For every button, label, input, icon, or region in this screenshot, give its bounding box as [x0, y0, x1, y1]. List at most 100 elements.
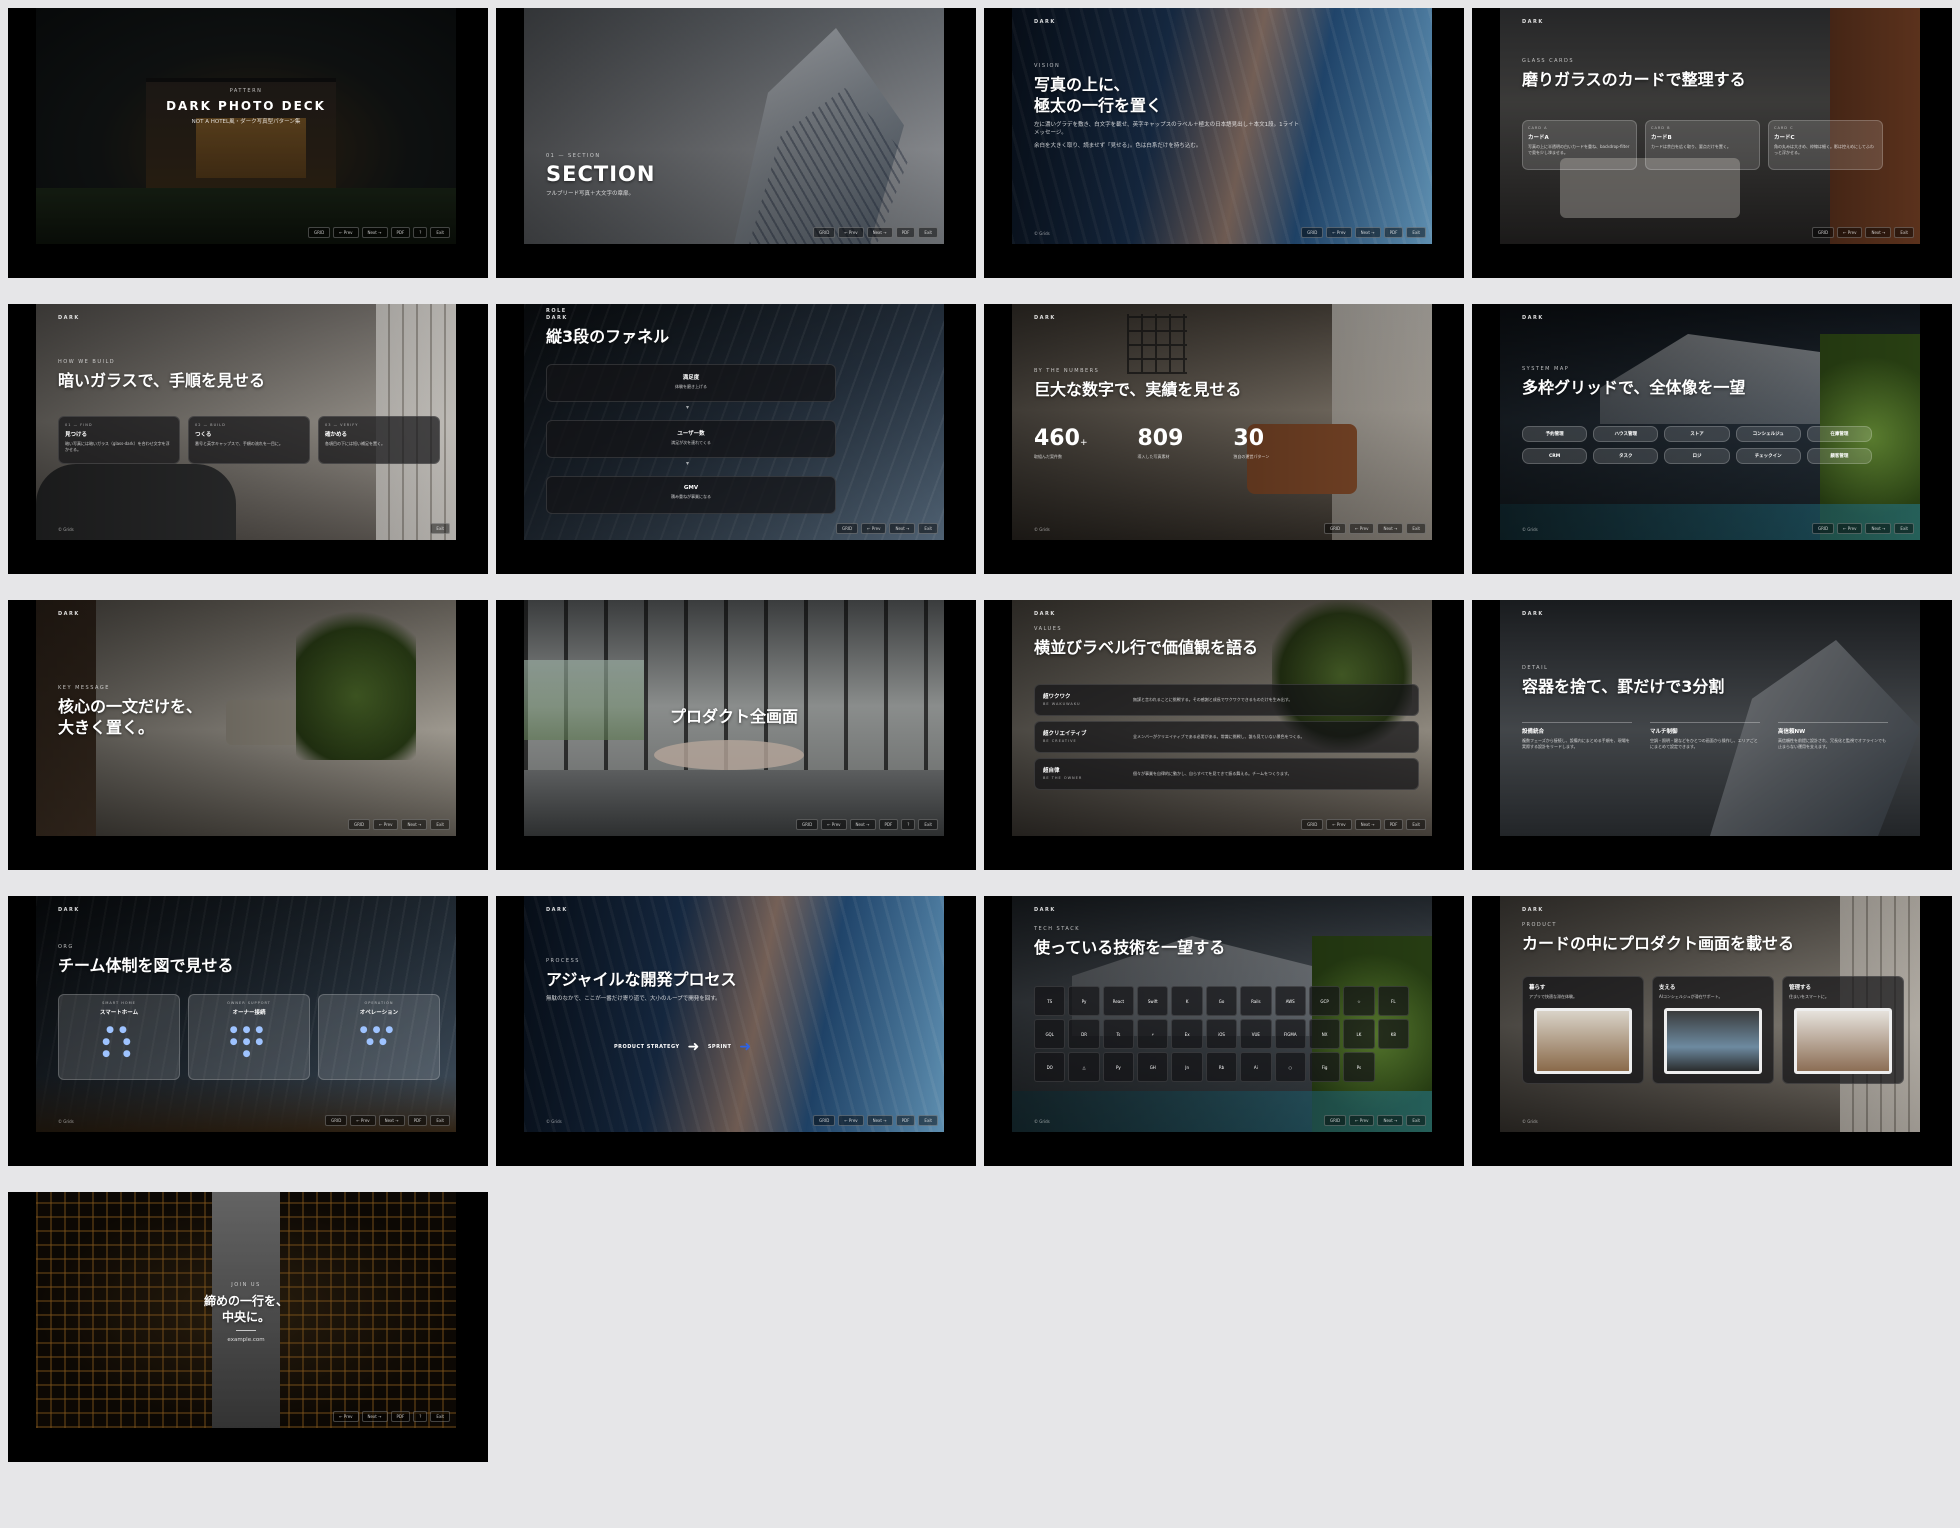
system-chip: タスク	[1593, 448, 1659, 464]
slide-thumbnail-12[interactable]: DARK DETAIL 容器を捨て、罫だけで3分割 設備統合 複数フェーズから接続…	[1472, 600, 1952, 870]
exit-button[interactable]: Exit	[1406, 523, 1426, 534]
exit-button[interactable]: Exit	[430, 523, 450, 534]
prev-button[interactable]: ← Prev	[1326, 227, 1352, 238]
next-button[interactable]: Next →	[1354, 227, 1381, 238]
grid-button[interactable]: GRID	[1811, 227, 1835, 238]
help-button[interactable]: ?	[413, 1411, 428, 1422]
next-button[interactable]: Next →	[361, 227, 388, 238]
glass-card-row: CARD A カードA 写真の上に半透明の白いカードを重ね、backdrop-fil…	[1522, 120, 1883, 170]
prev-button[interactable]: ← Prev	[1837, 523, 1863, 534]
slide-thumbnail-5[interactable]: DARK HOW WE BUILD 暗いガラスで、手順を見せる 01 — FIN…	[8, 304, 488, 574]
grid-button[interactable]: GRID	[1301, 819, 1324, 830]
prev-button[interactable]: ← Prev	[838, 227, 864, 238]
next-button[interactable]: Next →	[889, 523, 916, 534]
pdf-button[interactable]: PDF	[390, 227, 411, 238]
pdf-button[interactable]: PDF	[895, 1115, 916, 1126]
grid-button[interactable]: GRID	[835, 523, 859, 534]
slide-thumbnail-9[interactable]: DARK KEY MESSAGE 核心の一文だけを、 大きく置く。 GRID ← …	[8, 600, 488, 870]
next-button[interactable]: Next →	[378, 1115, 405, 1126]
exit-button[interactable]: Exit	[1406, 1115, 1426, 1126]
grid-button[interactable]: GRID	[1301, 227, 1324, 238]
next-button[interactable]: Next →	[1377, 1115, 1404, 1126]
exit-button[interactable]: Exit	[918, 819, 938, 830]
slide-thumbnail-15[interactable]: DARK TECH STACK 使っている技術を一望する TS Py React Sw…	[984, 896, 1464, 1166]
exit-button[interactable]: Exit	[430, 227, 450, 238]
slide-thumbnail-3[interactable]: DARK VISION 写真の上に、 極太の一行を置く 左に濃いグラデを敷き、白…	[984, 8, 1464, 278]
slide-controls: GRID ← Prev Next → Exit	[1811, 227, 1914, 238]
grid-button[interactable]: GRID	[796, 819, 819, 830]
pdf-button[interactable]: PDF	[1383, 227, 1404, 238]
exit-button[interactable]: Exit	[1894, 227, 1914, 238]
help-button[interactable]: ?	[413, 227, 428, 238]
slide-thumbnail-8[interactable]: DARK SYSTEM MAP 多枠グリッドで、全体像を一望 予約管理 ハウス管理…	[1472, 304, 1952, 574]
eyebrow: PATTERN	[229, 88, 263, 94]
slide-thumbnail-7[interactable]: DARK BY THE NUMBERS 巨大な数字で、実績を見せる 460+ 取組…	[984, 304, 1464, 574]
next-button[interactable]: Next →	[1865, 227, 1892, 238]
prev-button[interactable]: ← Prev	[333, 1411, 359, 1422]
tech-tile: React	[1102, 986, 1135, 1016]
exit-button[interactable]: Exit	[430, 1411, 450, 1422]
system-chip: コンシェルジュ	[1735, 426, 1801, 442]
grid-button[interactable]: GRID	[308, 227, 331, 238]
prev-button[interactable]: ← Prev	[1326, 819, 1352, 830]
exit-button[interactable]: Exit	[1406, 227, 1426, 238]
prev-button[interactable]: ← Prev	[1349, 1115, 1375, 1126]
slide-thumbnail-1[interactable]: PATTERN DARK PHOTO DECK NOT A HOTEL風・ダーク…	[8, 8, 488, 278]
grid-button[interactable]: GRID	[1811, 523, 1835, 534]
grid-button[interactable]: GRID	[1323, 1115, 1347, 1126]
next-button[interactable]: Next →	[866, 1115, 893, 1126]
exit-button[interactable]: Exit	[918, 227, 938, 238]
prev-button[interactable]: ← Prev	[821, 819, 847, 830]
prev-button[interactable]: ← Prev	[350, 1115, 376, 1126]
next-button[interactable]: Next →	[401, 819, 428, 830]
next-button[interactable]: Next →	[1354, 819, 1381, 830]
pdf-button[interactable]: PDF	[1383, 819, 1404, 830]
slide-thumbnail-6[interactable]: ROLE DARK 縦3段のファネル 満足度 体験を磨き上げる ▾ ユーザー数 満足…	[496, 304, 976, 574]
slide-thumbnail-14[interactable]: DARK PROCESS アジャイルな開発プロセス 無駄のなかで、ここが一番だけ…	[496, 896, 976, 1166]
grid-button[interactable]: GRID	[347, 819, 371, 830]
pdf-button[interactable]: PDF	[878, 819, 899, 830]
footer-credit: © Grids	[58, 527, 74, 532]
person-icon: ●●● ●●● ●	[229, 1025, 269, 1059]
exit-button[interactable]: Exit	[1406, 819, 1426, 830]
grid-button[interactable]: GRID	[813, 227, 836, 238]
tech-tile: Fig	[1308, 1052, 1341, 1082]
prev-button[interactable]: ← Prev	[838, 1115, 864, 1126]
grid-button[interactable]: GRID	[325, 1115, 348, 1126]
next-button[interactable]: Next →	[849, 819, 876, 830]
prev-button[interactable]: ← Prev	[861, 523, 887, 534]
slide-thumbnail-10[interactable]: プロダクト全画面 GRID ← Prev Next → PDF? Exit	[496, 600, 976, 870]
eyebrow: BY THE NUMBERS	[1034, 368, 1100, 374]
pdf-button[interactable]: PDF	[407, 1115, 428, 1126]
prev-button[interactable]: ← Prev	[373, 819, 399, 830]
prev-button[interactable]: ← Prev	[1349, 523, 1375, 534]
exit-button[interactable]: Exit	[918, 1115, 938, 1126]
contact-link[interactable]: example.com	[36, 1336, 456, 1344]
grid-button[interactable]: GRID	[813, 1115, 836, 1126]
grid-button[interactable]: GRID	[1323, 523, 1347, 534]
prev-button[interactable]: ← Prev	[1837, 227, 1863, 238]
slide-controls: GRID ← Prev Next → PDF Exit	[1301, 227, 1426, 238]
slide-thumbnail-4[interactable]: DARK GLASS CARDS 磨りガラスのカードで整理する CARD A カー…	[1472, 8, 1952, 278]
help-button[interactable]: ?	[901, 819, 916, 830]
exit-button[interactable]: Exit	[430, 819, 450, 830]
next-button[interactable]: Next →	[1377, 523, 1404, 534]
tech-tile: Rails	[1240, 986, 1272, 1016]
pdf-button[interactable]: PDF	[390, 1411, 411, 1422]
exit-button[interactable]: Exit	[430, 1115, 450, 1126]
eyebrow: 01 — SECTION	[546, 153, 601, 159]
tech-tile: NX	[1308, 1019, 1341, 1049]
next-button[interactable]: Next →	[866, 227, 893, 238]
exit-button[interactable]: Exit	[918, 523, 938, 534]
pdf-button[interactable]: PDF	[895, 227, 916, 238]
slide-thumbnail-2[interactable]: 01 — SECTION SECTION フルブリード写真＋大文字の章扉。 GR…	[496, 8, 976, 278]
next-button[interactable]: Next →	[361, 1411, 388, 1422]
slide-thumbnail-17[interactable]: JOIN US 締めの一行を、 中央に。 example.com ← Prev N…	[8, 1192, 488, 1462]
slide-thumbnail-13[interactable]: DARK ORG チーム体制を図で見せる SMART HOME スマートホーム ●●…	[8, 896, 488, 1166]
slide-thumbnail-11[interactable]: DARK VALUES 横並びラベル行で価値観を語る 超ワクワク BE WAKUW…	[984, 600, 1464, 870]
detail-column: 高信頼NW 高信頼性を前提に設計され、冗長化と監視でオフラインでも止まらない運用を…	[1778, 722, 1888, 750]
exit-button[interactable]: Exit	[1894, 523, 1914, 534]
prev-button[interactable]: ← Prev	[333, 227, 359, 238]
slide-thumbnail-16[interactable]: DARK PRODUCT カードの中にプロダクト画面を載せる 暮らす アプリで快適…	[1472, 896, 1952, 1166]
next-button[interactable]: Next →	[1865, 523, 1892, 534]
